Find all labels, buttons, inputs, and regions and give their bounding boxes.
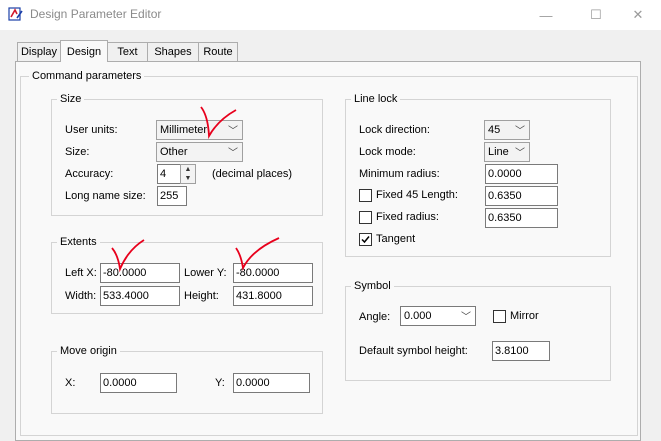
annotation-checkmark xyxy=(111,239,145,273)
annotation-overlay xyxy=(111,106,280,273)
annotation-checkmark xyxy=(235,237,280,271)
annotation-checkmark xyxy=(200,106,237,140)
tab-design[interactable]: Design xyxy=(60,40,108,62)
